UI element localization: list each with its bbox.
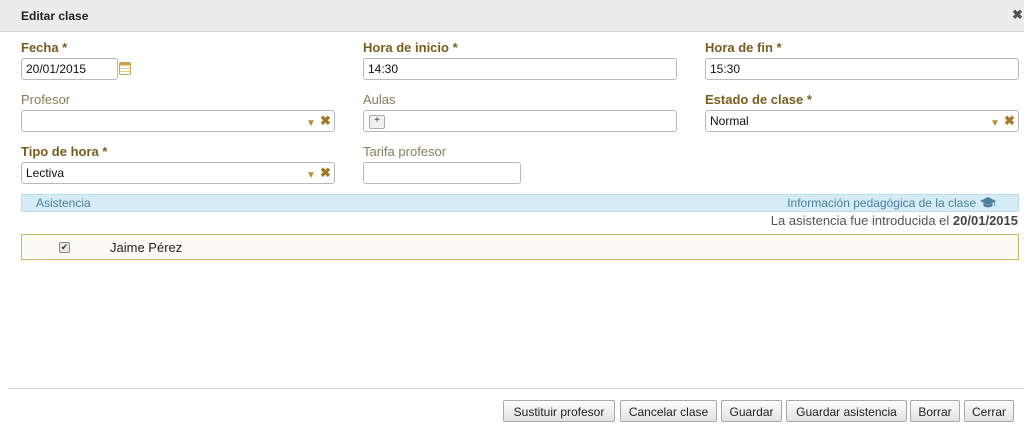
hora-fin-input[interactable]: 15:30: [705, 58, 1019, 80]
chevron-down-icon[interactable]: ▼: [306, 114, 316, 134]
list-item: ✔ Jaime Pérez: [21, 234, 1019, 260]
student-name: Jaime Pérez: [110, 240, 183, 255]
dialog-header: Editar clase ✖: [0, 0, 1024, 32]
clear-icon[interactable]: ✖: [1004, 113, 1015, 129]
cerrar-button[interactable]: Cerrar: [964, 400, 1014, 422]
hora-inicio-input[interactable]: 14:30: [363, 58, 677, 80]
tarifa-input[interactable]: [363, 162, 521, 184]
profesor-select[interactable]: ▼ ✖: [21, 110, 335, 132]
aulas-label: Aulas: [363, 92, 396, 107]
tipo-hora-value: Lectiva: [26, 166, 65, 180]
profesor-label: Profesor: [21, 92, 71, 107]
cancelar-clase-button[interactable]: Cancelar clase: [620, 400, 717, 422]
estado-select[interactable]: Normal ▼ ✖: [705, 110, 1019, 132]
guardar-button[interactable]: Guardar: [721, 400, 782, 422]
clear-icon[interactable]: ✖: [320, 113, 331, 129]
pedagogical-info-link[interactable]: Información pedagógica de la clase: [787, 196, 976, 210]
sustituir-profesor-button[interactable]: Sustituir profesor: [503, 400, 615, 422]
clear-icon[interactable]: ✖: [320, 165, 331, 181]
attendance-intro: La asistencia fue introducida el 20/01/2…: [771, 213, 1018, 228]
attendance-section-bar: Asistencia Información pedagógica de la …: [21, 194, 1019, 212]
add-aula-button[interactable]: +: [369, 115, 385, 129]
tipo-hora-select[interactable]: Lectiva ▼ ✖: [21, 162, 335, 184]
attendance-checkbox[interactable]: ✔: [59, 242, 70, 253]
tarifa-label: Tarifa profesor: [363, 144, 447, 159]
borrar-button[interactable]: Borrar: [910, 400, 960, 422]
footer-divider: [8, 388, 1024, 389]
chevron-down-icon[interactable]: ▼: [306, 166, 316, 186]
dialog-title: Editar clase: [21, 9, 89, 23]
hora-inicio-value: 14:30: [368, 62, 399, 76]
estado-value: Normal: [710, 114, 749, 128]
hora-inicio-label: Hora de inicio *: [363, 40, 458, 55]
fecha-input[interactable]: 20/01/2015: [21, 58, 131, 80]
attendance-intro-date: 20/01/2015: [952, 213, 1018, 228]
attendance-intro-text: La asistencia fue introducida el: [770, 213, 953, 228]
attendance-section-label: Asistencia: [36, 196, 91, 210]
hora-fin-value: 15:30: [710, 62, 741, 76]
chevron-down-icon[interactable]: ▼: [990, 114, 1000, 134]
tipo-hora-label: Tipo de hora *: [21, 144, 108, 159]
estado-label: Estado de clase *: [705, 92, 812, 107]
hora-fin-label: Hora de fin *: [705, 40, 782, 55]
calendar-icon[interactable]: [119, 62, 131, 75]
fecha-value: 20/01/2015: [26, 62, 87, 76]
aulas-input[interactable]: +: [363, 110, 677, 132]
graduation-cap-icon[interactable]: [980, 197, 996, 209]
fecha-label: Fecha *: [21, 40, 68, 55]
guardar-asistencia-button[interactable]: Guardar asistencia: [786, 400, 907, 422]
close-icon[interactable]: ✖: [1012, 8, 1023, 22]
